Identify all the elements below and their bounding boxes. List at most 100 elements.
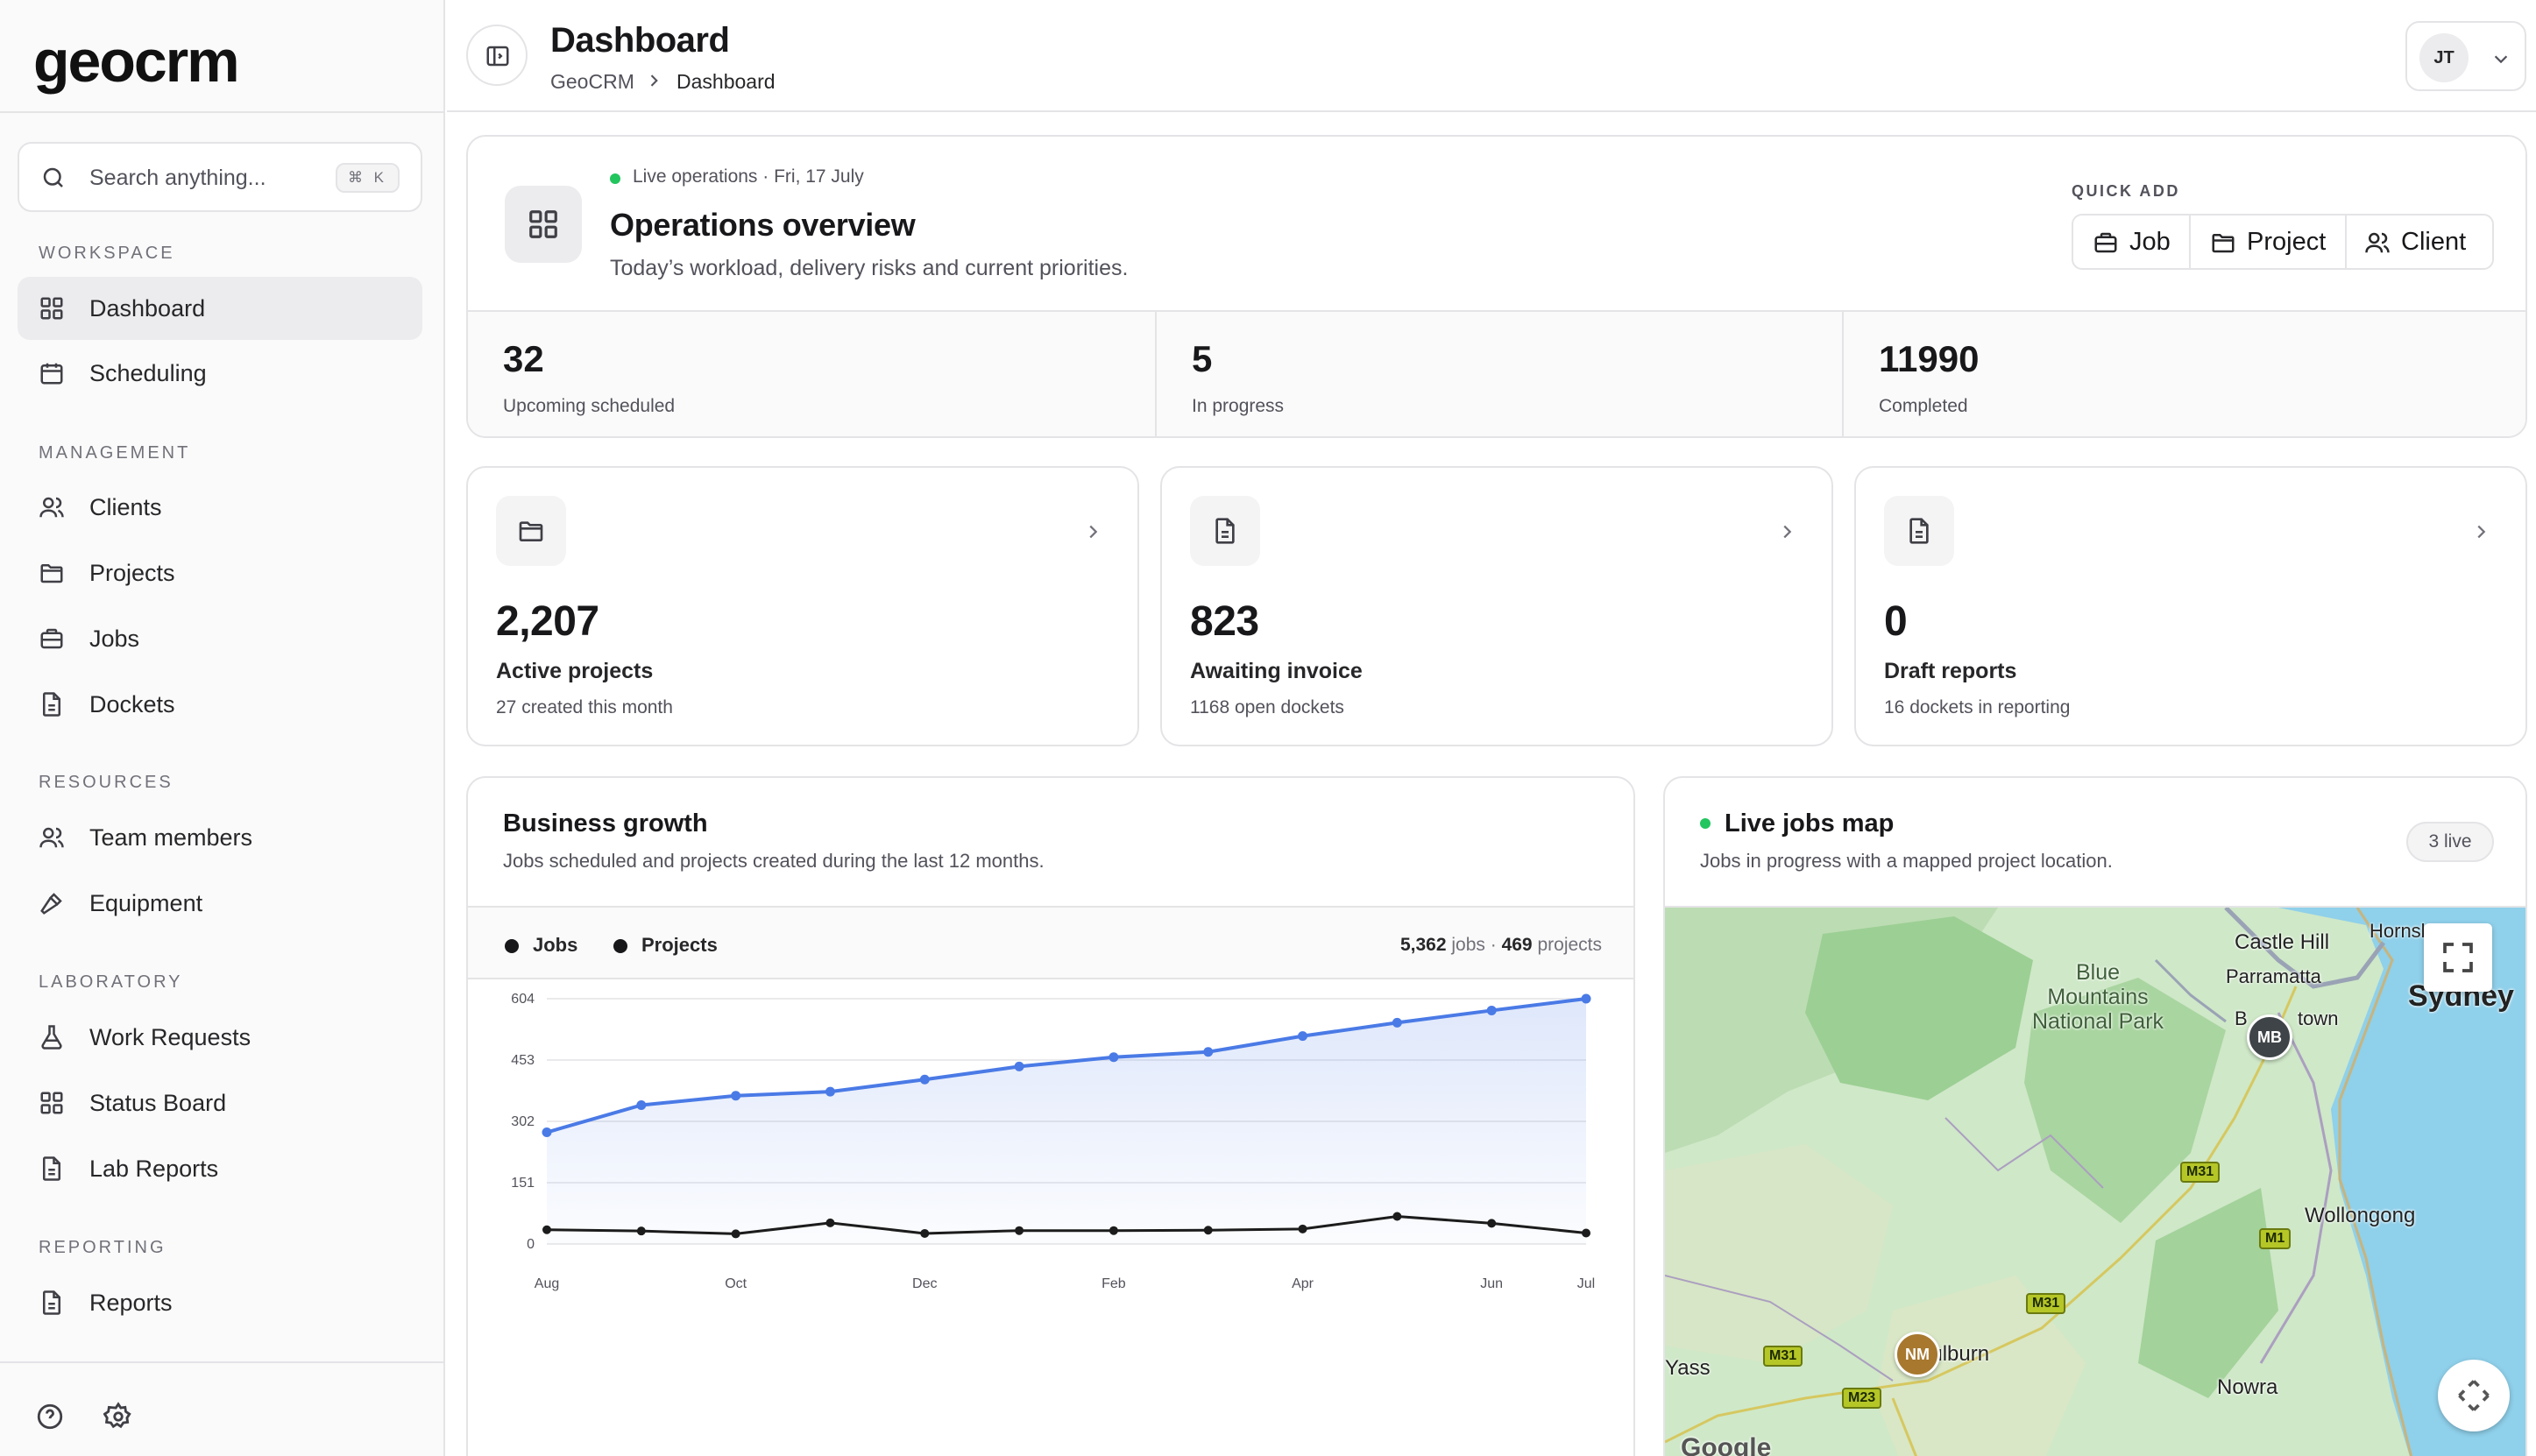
- jobs-point: [1392, 1017, 1402, 1028]
- avatar: JT: [2419, 33, 2469, 82]
- sidebar-item-label: Work Requests: [89, 1024, 251, 1050]
- projects-point: [1487, 1219, 1497, 1228]
- kpi-card-awaiting-invoice[interactable]: 823 Awaiting invoice 1168 open dockets: [1160, 466, 1833, 746]
- x-tick-label: Oct: [725, 1276, 747, 1291]
- sidebar-item-projects[interactable]: Projects: [18, 541, 422, 604]
- sidebar-item-equipment[interactable]: Equipment: [18, 872, 422, 935]
- overview-subtitle: Today’s workload, delivery risks and cur…: [610, 256, 1129, 280]
- projects-total-value: 469: [1501, 935, 1533, 955]
- kpi-card-draft-reports[interactable]: 0 Draft reports 16 dockets in reporting: [1854, 466, 2527, 746]
- map-view[interactable]: Castle Hill Hornsb Parramatta Sydney Blu…: [1665, 906, 2525, 1456]
- chevron-right-icon: [1783, 525, 1792, 539]
- legend-dot-projects: [613, 939, 627, 953]
- chart-legend: Jobs Projects 5,362 jobs · 469 projects: [468, 906, 1633, 979]
- sidebar-item-jobs[interactable]: Jobs: [18, 607, 422, 670]
- road-shield: M31: [1763, 1346, 1803, 1367]
- map-marker-mb[interactable]: MB: [2247, 1014, 2292, 1060]
- jobs-point: [1298, 1031, 1308, 1042]
- stat-value: 5: [1192, 338, 1213, 379]
- jobs-point: [1486, 1005, 1497, 1015]
- map-pan-button[interactable]: [2438, 1360, 2510, 1431]
- map-label: Blue Mountains National Park: [2031, 960, 2164, 1034]
- app-logo[interactable]: geocrm: [33, 32, 240, 91]
- sidebar-item-label: Equipment: [89, 890, 203, 916]
- sidebar-item-clients[interactable]: Clients: [18, 476, 422, 539]
- fullscreen-button[interactable]: [2424, 923, 2492, 992]
- projects-point: [1203, 1226, 1213, 1235]
- sidebar-item-dockets[interactable]: Dockets: [18, 673, 422, 736]
- google-logo: Google: [1681, 1433, 1772, 1456]
- panel-toggle-icon: [486, 46, 509, 67]
- x-tick-label: Feb: [1102, 1276, 1126, 1291]
- quick-add-job-button[interactable]: Job: [2073, 216, 2191, 268]
- sidebar-item-reports[interactable]: Reports: [18, 1271, 422, 1334]
- folder-icon: [519, 521, 543, 541]
- legend-label-jobs[interactable]: Jobs: [533, 934, 577, 957]
- flask-icon: [41, 1025, 62, 1050]
- growth-line-chart: 0 151 302 453 604 Aug Oct Dec Feb Apr Jun Jul: [511, 992, 1595, 1291]
- map-label: Parramatta: [2226, 965, 2321, 987]
- map-label: Nowra: [2217, 1375, 2278, 1399]
- settings-icon[interactable]: [103, 1402, 133, 1431]
- section-label-resources: Resources: [39, 773, 174, 792]
- user-menu-button[interactable]: JT: [2405, 21, 2526, 91]
- section-label-workspace: Workspace: [39, 244, 175, 263]
- kpi-value: 2,207: [496, 598, 599, 645]
- section-label-laboratory: Laboratory: [39, 972, 183, 992]
- sidebar-item-team-members[interactable]: Team members: [18, 806, 422, 869]
- y-tick-label: 453: [511, 1053, 535, 1068]
- legend-label-projects[interactable]: Projects: [641, 934, 718, 957]
- sidebar-item-status-board[interactable]: Status Board: [18, 1071, 422, 1134]
- stat-label: In progress: [1192, 396, 1285, 416]
- quick-add-label: Quick add: [2072, 182, 2180, 200]
- map-marker-nm[interactable]: NM: [1895, 1332, 1940, 1377]
- road-shield: M31: [2180, 1162, 2221, 1183]
- live-count-badge: 3 live: [2406, 822, 2494, 862]
- projects-point: [636, 1226, 646, 1236]
- y-tick-label: 302: [511, 1114, 535, 1129]
- projects-point: [542, 1225, 551, 1234]
- kpi-card-active-projects[interactable]: 2,207 Active projects 27 created this mo…: [466, 466, 1139, 746]
- file-icon: [43, 1156, 60, 1181]
- quick-add-project-button[interactable]: Project: [2191, 216, 2347, 268]
- jobs-point: [731, 1091, 741, 1101]
- sidebar-item-label: Reports: [89, 1290, 173, 1316]
- file-icon: [1215, 518, 1235, 544]
- road-shield: M31: [2026, 1293, 2066, 1314]
- sidebar-item-dashboard[interactable]: Dashboard: [18, 277, 422, 340]
- sidebar-item-work-requests[interactable]: Work Requests: [18, 1006, 422, 1069]
- stat-value: 11990: [1879, 338, 1980, 379]
- quick-add-group: Job Project Client: [2072, 214, 2494, 270]
- map-title: Live jobs map: [1725, 809, 1895, 838]
- x-tick-label: Apr: [1292, 1276, 1314, 1291]
- jobs-point: [1109, 1052, 1119, 1063]
- quick-add-client-button[interactable]: Client: [2347, 216, 2492, 268]
- chevron-right-icon: [2477, 525, 2486, 539]
- projects-point: [1582, 1228, 1590, 1238]
- help-icon[interactable]: [35, 1402, 65, 1431]
- jobs-point: [636, 1099, 647, 1110]
- y-tick-label: 0: [527, 1237, 535, 1252]
- jobs-point: [919, 1074, 930, 1085]
- sidebar-item-lab-reports[interactable]: Lab Reports: [18, 1137, 422, 1200]
- x-tick-label: Jul: [1577, 1276, 1595, 1291]
- sidebar-item-scheduling[interactable]: Scheduling: [18, 342, 422, 405]
- stats-row: 32 Upcoming scheduled 5 In progress 1199…: [468, 310, 2525, 436]
- sidebar-item-label: Scheduling: [89, 360, 207, 386]
- sidebar-toggle-button[interactable]: [466, 25, 528, 86]
- breadcrumb-root[interactable]: GeoCRM: [550, 70, 634, 94]
- search-input[interactable]: Search anything... ⌘ K: [18, 142, 422, 212]
- jobs-total-value: 5,362: [1399, 935, 1447, 955]
- fullscreen-icon: [2443, 943, 2473, 972]
- search-placeholder: Search anything...: [89, 166, 266, 190]
- jobs-point: [1203, 1047, 1214, 1057]
- live-status-text: Live operations · Fri, 17 July: [633, 166, 864, 187]
- projects-point: [920, 1228, 930, 1238]
- sidebar-item-label: Lab Reports: [89, 1156, 219, 1182]
- sidebar-item-label: Team members: [89, 824, 253, 851]
- sidebar-item-label: Jobs: [89, 626, 140, 652]
- stat-upcoming: 32 Upcoming scheduled: [468, 312, 1155, 436]
- map-label: town: [2298, 1007, 2339, 1029]
- y-tick-label: 604: [511, 992, 535, 1007]
- projects-point: [731, 1229, 740, 1239]
